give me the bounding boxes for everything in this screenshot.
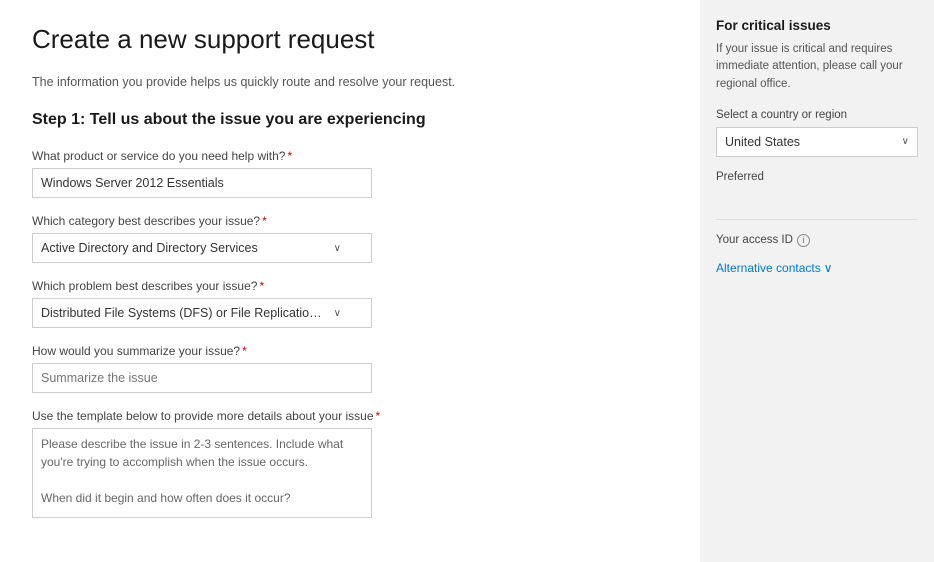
details-textarea[interactable]: Please describe the issue in 2-3 sentenc…: [32, 428, 372, 518]
preferred-label: Preferred: [716, 171, 918, 183]
category-select[interactable]: Active Directory and Directory Services …: [32, 233, 372, 263]
category-chevron-icon: ∨: [334, 243, 341, 254]
access-id-info-icon[interactable]: i: [797, 234, 810, 247]
access-id-row: Your access ID i: [716, 234, 918, 247]
alt-contacts-link[interactable]: Alternative contacts ∨: [716, 261, 918, 275]
main-content: Create a new support request The informa…: [0, 0, 700, 562]
sidebar-divider: [716, 219, 918, 220]
country-label: Select a country or region: [716, 109, 918, 121]
problem-label: Which problem best describes your issue?…: [32, 279, 668, 293]
preferred-value: [716, 187, 918, 205]
summary-label: How would you summarize your issue?*: [32, 344, 668, 358]
product-label: What product or service do you need help…: [32, 149, 668, 163]
access-id-label: Your access ID: [716, 234, 793, 246]
product-input[interactable]: [32, 168, 372, 198]
category-select-wrapper: Active Directory and Directory Services …: [32, 233, 372, 263]
summary-group: How would you summarize your issue?*: [32, 344, 668, 393]
details-label: Use the template below to provide more d…: [32, 409, 668, 423]
sidebar: For critical issues If your issue is cri…: [700, 0, 934, 562]
alt-contacts-chevron-icon: ∨: [824, 261, 833, 275]
country-value: United States: [725, 135, 800, 149]
summary-input[interactable]: [32, 363, 372, 393]
problem-chevron-icon: ∨: [334, 308, 341, 319]
page-title: Create a new support request: [32, 24, 668, 55]
problem-select-wrapper: Distributed File Systems (DFS) or File R…: [32, 298, 372, 328]
product-group: What product or service do you need help…: [32, 149, 668, 198]
problem-select[interactable]: Distributed File Systems (DFS) or File R…: [32, 298, 372, 328]
sidebar-description: If your issue is critical and requires i…: [716, 41, 918, 93]
sidebar-title: For critical issues: [716, 18, 918, 33]
country-chevron-icon: ∨: [902, 136, 909, 147]
country-select-wrapper: United States ∨: [716, 127, 918, 157]
intro-text: The information you provide helps us qui…: [32, 75, 668, 89]
details-group: Use the template below to provide more d…: [32, 409, 668, 521]
category-label: Which category best describes your issue…: [32, 214, 668, 228]
category-group: Which category best describes your issue…: [32, 214, 668, 263]
section1-title: Step 1: Tell us about the issue you are …: [32, 111, 668, 129]
country-select[interactable]: United States ∨: [716, 127, 918, 157]
problem-group: Which problem best describes your issue?…: [32, 279, 668, 328]
